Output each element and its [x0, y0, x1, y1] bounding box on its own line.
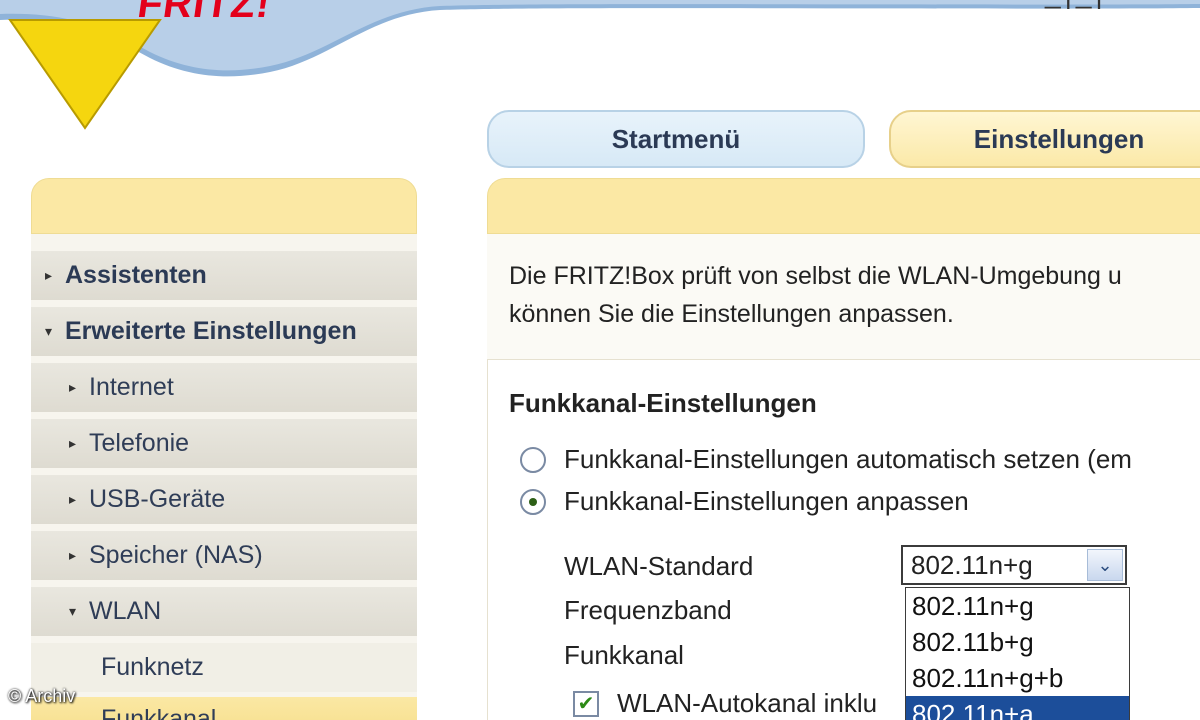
chevron-down-icon: ▾: [45, 323, 53, 339]
select-value: 802.11n+g: [911, 550, 1033, 580]
sidebar-item-label: Telefonie: [89, 429, 190, 457]
tab-startmenu[interactable]: Startmenü: [487, 110, 865, 168]
dropdown-option[interactable]: 802.11n+g: [906, 588, 1129, 624]
logo-text: FRITZ!: [134, 0, 274, 26]
sidebar-item-erweiterte-einstellungen[interactable]: ▾ Erweiterte Einstellungen: [31, 306, 417, 356]
chevron-right-icon: ▸: [69, 547, 77, 563]
wlan-standard-dropdown: 802.11n+g 802.11b+g 802.11n+g+b 802.11n+…: [905, 587, 1130, 720]
tab-einstellungen[interactable]: Einstellungen: [889, 110, 1200, 168]
sidebar-item-label: Funknetz: [101, 653, 204, 681]
dropdown-option[interactable]: 802.11n+g+b: [906, 660, 1129, 696]
sidebar-item-label: Erweiterte Einstellungen: [65, 317, 357, 345]
header: FRITZ! _|_|: [0, 0, 1200, 130]
sidebar-header: [31, 178, 417, 234]
sidebar-item-label: USB-Geräte: [89, 485, 226, 513]
section-title: Funkkanal-Einstellungen: [509, 388, 817, 418]
dropdown-option[interactable]: 802.11b+g: [906, 624, 1129, 660]
checkbox-label: WLAN-Autokanal inklu: [617, 688, 878, 718]
label-wlan-standard: WLAN-Standard: [564, 551, 754, 581]
sidebar-item-label: WLAN: [89, 597, 162, 625]
checkbox-checked-icon[interactable]: ✔: [573, 690, 599, 717]
chevron-right-icon: ▸: [69, 379, 77, 395]
wlan-standard-select[interactable]: 802.11n+g ⌄: [901, 545, 1127, 585]
dropdown-option-highlighted[interactable]: 802.11n+a: [906, 696, 1129, 720]
sidebar-item-internet[interactable]: ▸ Internet: [31, 362, 417, 412]
label-frequenzband: Frequenzband: [564, 595, 732, 625]
radio-checked-icon: [520, 488, 546, 515]
intro-text-line2: können Sie die Einstellungen anpassen.: [509, 300, 954, 328]
radio-icon: [520, 446, 546, 473]
copyright-watermark: © Archiv: [8, 686, 76, 706]
chevron-right-icon: ▸: [69, 491, 77, 507]
chevron-right-icon: ▸: [69, 435, 77, 451]
header-corner-text: _|_|: [1045, 0, 1107, 10]
sidebar-item-funknetz[interactable]: Funknetz: [31, 642, 417, 692]
intro-box: Die FRITZ!Box prüft von selbst die WLAN-…: [487, 234, 1200, 360]
sidebar-item-usb-geraete[interactable]: ▸ USB-Geräte: [31, 474, 417, 524]
sidebar-item-label: Speicher (NAS): [89, 541, 263, 569]
chevron-down-icon[interactable]: ⌄: [1087, 549, 1123, 581]
sidebar-item-telefonie[interactable]: ▸ Telefonie: [31, 418, 417, 468]
sidebar-item-speicher-nas[interactable]: ▸ Speicher (NAS): [31, 530, 417, 580]
autokanal-checkbox-row[interactable]: ✔ WLAN-Autokanal inklu: [573, 688, 877, 719]
radio-auto-channel[interactable]: Funkkanal-Einstellungen automatisch setz…: [520, 444, 1132, 475]
sidebar-item-funkkanal[interactable]: Funkkanal: [31, 696, 417, 720]
content-header: [487, 178, 1200, 234]
sidebar-item-wlan[interactable]: ▾ WLAN: [31, 586, 417, 636]
chevron-down-icon: ▾: [69, 603, 77, 619]
sidebar-item-label: Funkkanal: [101, 705, 217, 720]
radio-custom-channel[interactable]: Funkkanal-Einstellungen anpassen: [520, 486, 969, 517]
chevron-right-icon: ▸: [45, 267, 53, 283]
radio-label: Funkkanal-Einstellungen anpassen: [564, 486, 969, 516]
intro-text-line1: Die FRITZ!Box prüft von selbst die WLAN-…: [509, 262, 1122, 290]
radio-label: Funkkanal-Einstellungen automatisch setz…: [564, 444, 1132, 474]
label-funkkanal: Funkkanal: [564, 640, 684, 670]
sidebar-item-label: Assistenten: [65, 261, 207, 289]
sidebar-item-label: Internet: [89, 373, 174, 401]
sidebar-item-assistenten[interactable]: ▸ Assistenten: [31, 250, 417, 300]
